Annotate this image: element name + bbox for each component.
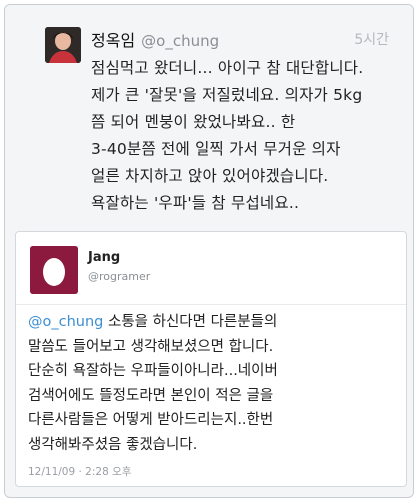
avatar[interactable] xyxy=(45,27,81,63)
tweet-text: 점심먹고 왔더니... 아이구 참 대단합니다. 제가 큰 '잘못'을 저질렀네… xyxy=(91,55,403,217)
reply-tweet-card: Jang @rogramer @o_chung 소통을 하신다면 다른분들의 말… xyxy=(15,231,407,487)
tweet-screenshot-frame: 정옥임 @o_chung 5시간 점심먹고 왔더니... 아이구 참 대단합니다.… xyxy=(4,4,414,498)
reply-line-text: 소통을 하신다면 다른분들의 xyxy=(103,314,278,330)
reply-line: 다른사람들은 어떻게 받아드리는지..한번 xyxy=(28,412,274,428)
default-egg-avatar-icon xyxy=(30,246,78,294)
reply-author-name[interactable]: Jang xyxy=(88,250,120,265)
reply-timestamp[interactable]: 12/11/09 · 2:28 오후 xyxy=(28,464,131,479)
mention-link[interactable]: @o_chung xyxy=(28,314,103,330)
reply-line: 말씀도 들어보고 생각해보셨으면 합니다. xyxy=(28,338,274,355)
avatar[interactable] xyxy=(30,246,78,294)
author-handle: @o_chung xyxy=(141,32,220,50)
tweet-line: 얼른 차지하고 앉아 있어야겠습니다. xyxy=(91,167,329,185)
reply-line: 단순히 욕잘하는 우파들이아니라...네이버 xyxy=(28,363,278,379)
profile-photo-icon xyxy=(45,27,81,63)
tweet-line: 제가 큰 '잘못'을 저질렀네요. 의자가 5kg xyxy=(91,86,363,104)
reply-line: 검색어에도 뜰정도라면 본인이 적은 글을 xyxy=(28,387,274,404)
author-name: 정옥임 xyxy=(91,31,136,50)
tweet-line: 쯤 되어 멘붕이 왔었나봐요.. 한 xyxy=(91,113,296,131)
tweet-line: 3-40분쯤 전에 일찍 가서 무거운 의자 xyxy=(91,140,341,158)
reply-author-handle[interactable]: @rogramer xyxy=(88,270,150,283)
tweet-line: 점심먹고 왔더니... 아이구 참 대단합니다. xyxy=(91,59,364,77)
tweet-author[interactable]: 정옥임 @o_chung xyxy=(91,27,219,51)
tweet-time: 5시간 xyxy=(354,32,389,48)
reply-line: 생각해봐주셨음 좋겠습니다. xyxy=(28,436,198,453)
divider xyxy=(16,304,406,305)
reply-line: @o_chung 소통을 하신다면 다른분들의 xyxy=(28,310,398,335)
reply-text: @o_chung 소통을 하신다면 다른분들의 말씀도 들어보고 생각해보셨으면… xyxy=(28,310,398,457)
original-tweet: 정옥임 @o_chung 5시간 점심먹고 왔더니... 아이구 참 대단합니다.… xyxy=(5,5,413,251)
tweet-line: 욕잘하는 '우파'들 참 무섭네요.. xyxy=(91,194,300,212)
